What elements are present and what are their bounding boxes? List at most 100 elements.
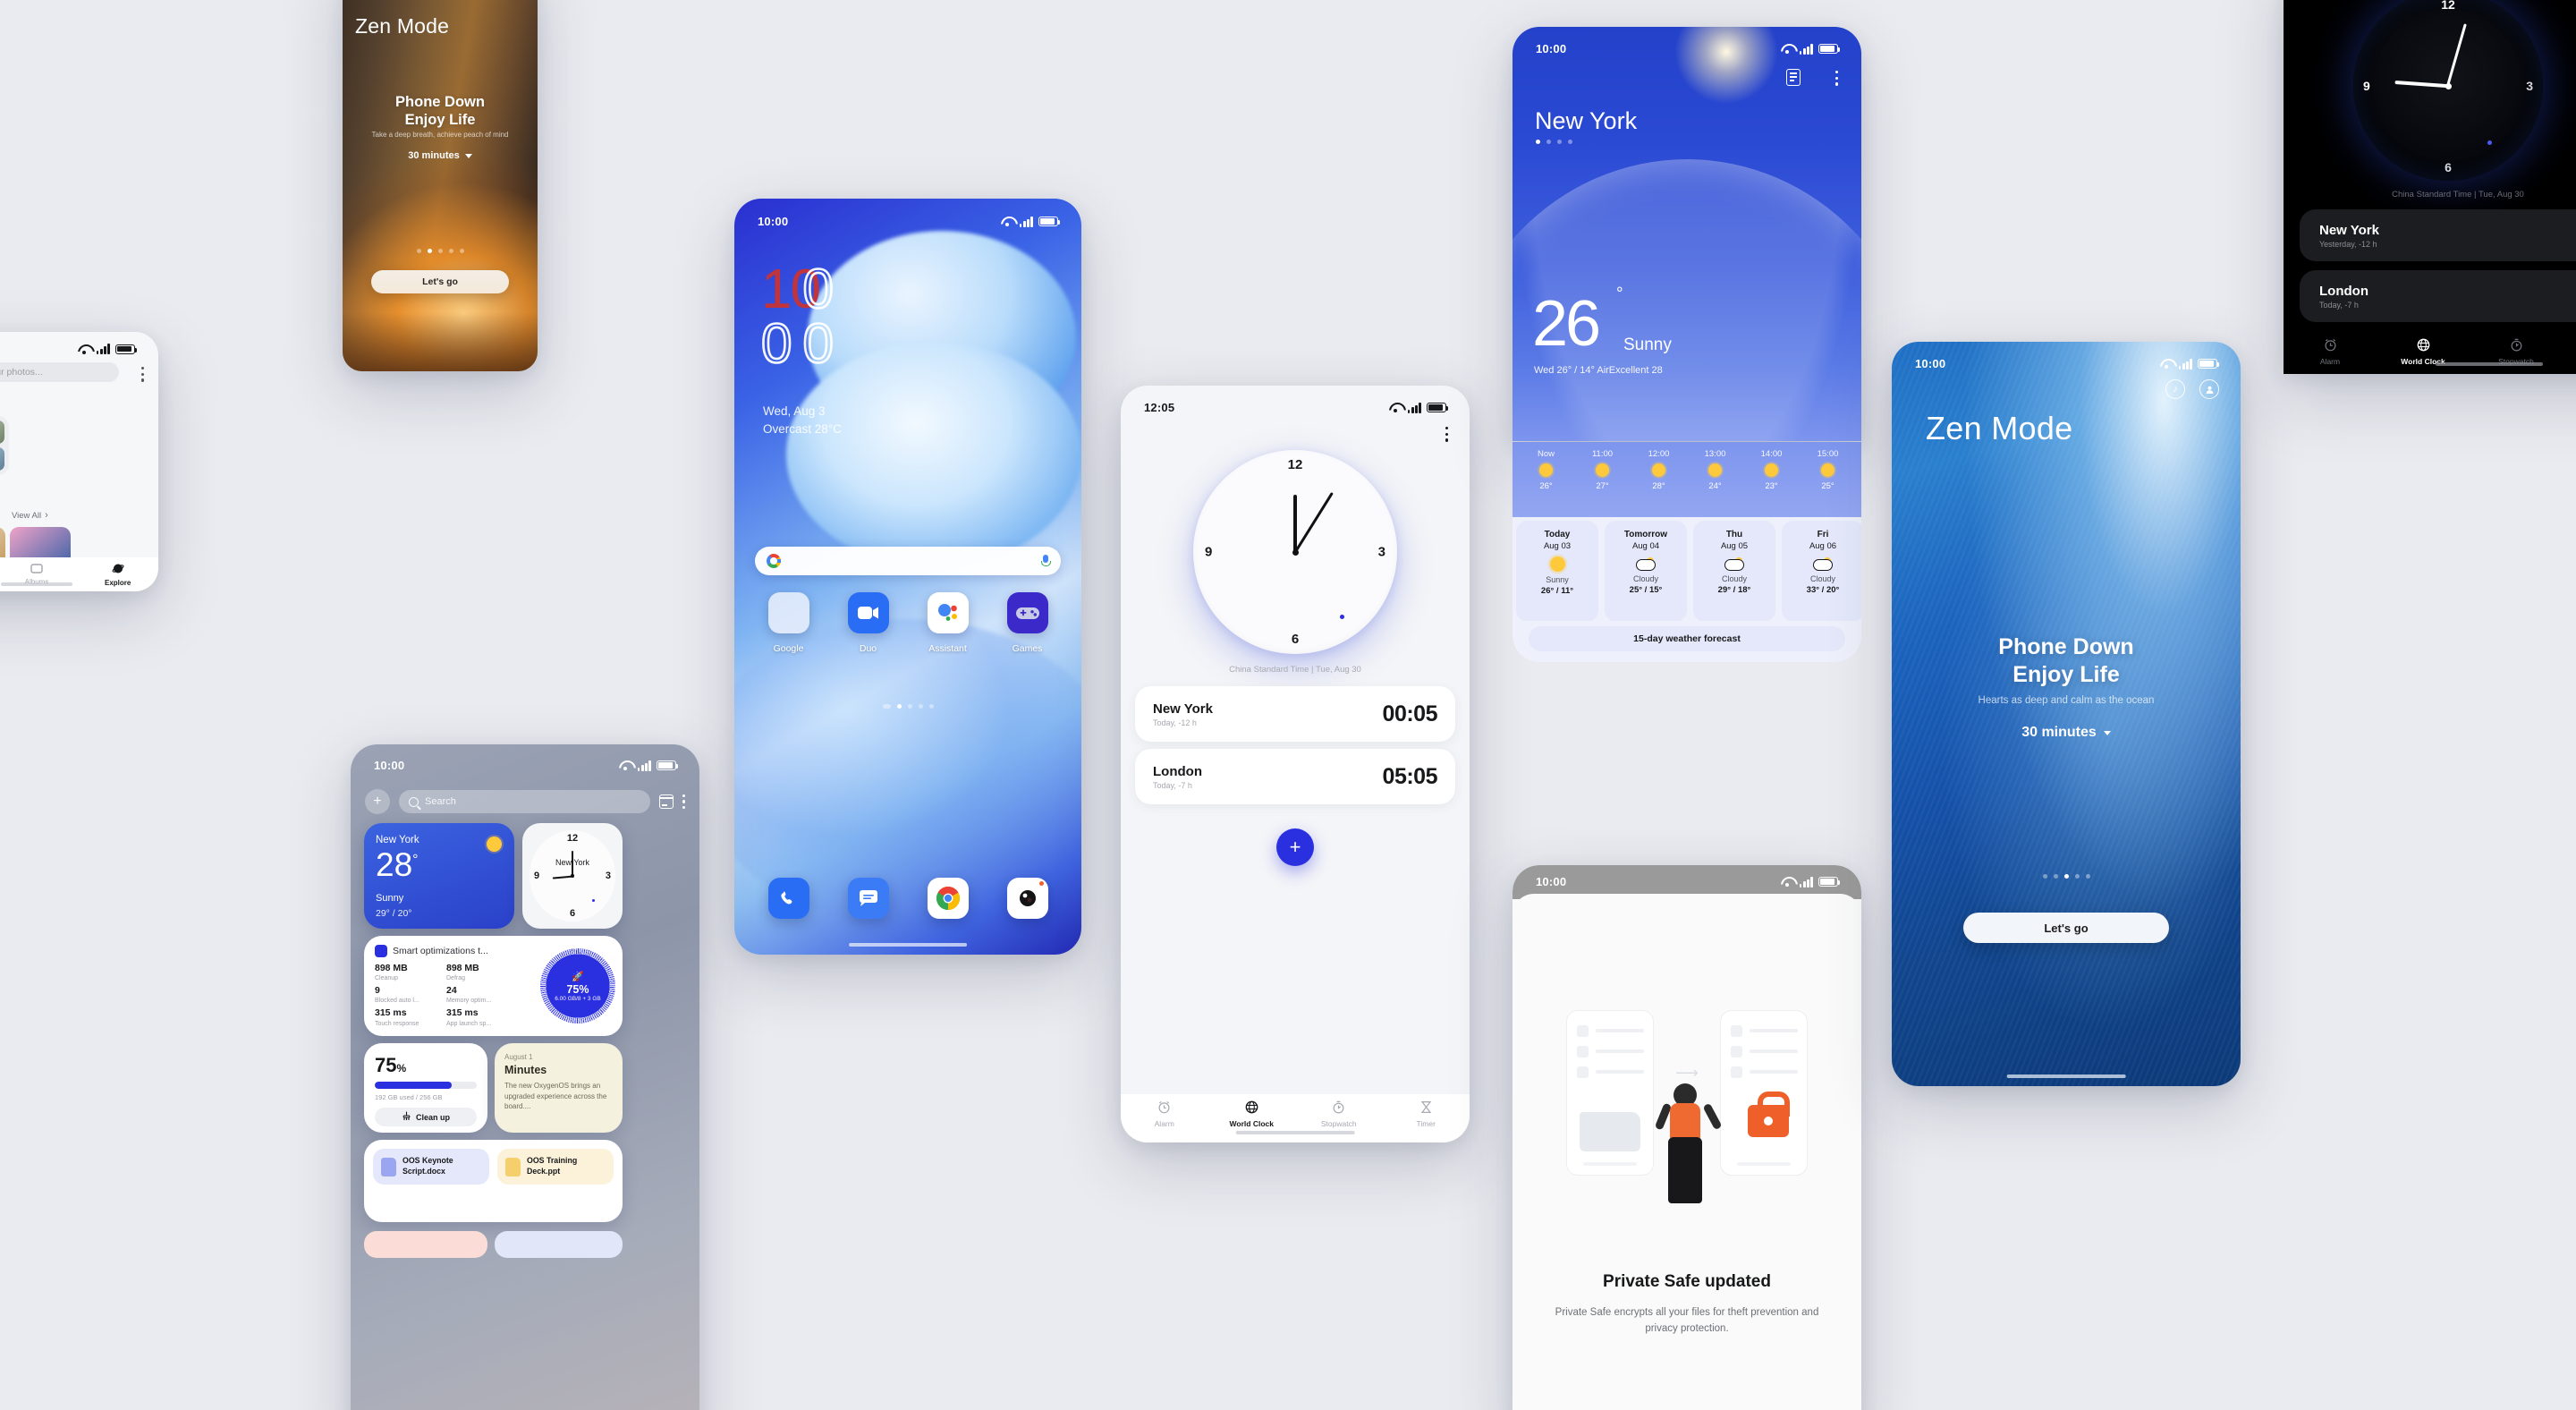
photos-search-input[interactable]: Search your photos...	[0, 362, 119, 382]
sun-icon	[1596, 463, 1609, 477]
hourly-forecast-strip[interactable]: Now 26° 11:00 27° 12:00 28° 13:00 24° 14…	[1513, 442, 1861, 517]
forecast-button[interactable]: 15-day weather forecast	[1529, 626, 1845, 651]
daily-item[interactable]: Fri Aug 06 Cloudy 33° / 20°	[1782, 521, 1861, 622]
daily-item[interactable]: Thu Aug 05 Cloudy 29° / 18°	[1693, 521, 1775, 622]
optimizer-widget[interactable]: Smart optimizations t... 898 MB Cleanup …	[364, 936, 623, 1036]
file-widget-extra-right[interactable]	[495, 1231, 623, 1258]
app-google-folder[interactable]: Google	[749, 592, 828, 656]
google-g-icon	[767, 554, 781, 568]
stopwatch-icon	[1295, 1100, 1383, 1116]
daily-item[interactable]: Tomorrow Aug 04 Cloudy 25° / 15°	[1605, 521, 1687, 622]
wifi-icon	[1001, 217, 1014, 226]
globe-icon	[1208, 1100, 1296, 1116]
places-card[interactable]	[0, 416, 9, 475]
add-icon[interactable]: +	[365, 789, 390, 814]
clock-tab-bar-dark: Alarm World Clock Stopwatch Timer	[2284, 329, 2576, 374]
daily-forecast-strip[interactable]: Today Aug 03 Sunny 26° / 11° Tomorrow Au…	[1513, 517, 1861, 622]
app-games[interactable]: Games	[987, 592, 1067, 656]
zen-orange-subtitle: Take a deep breath, achieve peach of min…	[371, 131, 509, 139]
home-page-dots[interactable]	[734, 704, 1081, 709]
weather-page-dots[interactable]	[1536, 140, 1572, 144]
dock-messages[interactable]	[828, 878, 908, 919]
tab-alarm[interactable]: Alarm	[2284, 338, 2377, 366]
signal-icon	[1799, 876, 1813, 888]
zen-blue-title: Zen Mode	[1926, 410, 2073, 446]
home-date-weather: Wed, Aug 3 Overcast 28°C	[763, 404, 842, 437]
app-duo[interactable]: Duo	[828, 592, 908, 656]
weather-condition: Sunny	[1623, 336, 1672, 354]
zen-blue-status-bar: 10:00	[1892, 357, 2241, 370]
file-item[interactable]: OOS Keynote Script.docx	[373, 1149, 489, 1185]
more-options-icon[interactable]	[682, 794, 685, 810]
timezone-label-dark: China Standard Time | Tue, Aug 30	[2392, 190, 2524, 200]
tab-timer[interactable]: Timer	[1383, 1100, 1470, 1128]
tab-world-clock[interactable]: World Clock	[2377, 338, 2470, 366]
person-illustration	[1654, 1083, 1723, 1216]
home-status-bar: 10:00	[734, 215, 1081, 228]
dock-phone[interactable]	[749, 878, 828, 919]
world-clock-row[interactable]: New York Today, -12 h 00:05	[1135, 686, 1455, 742]
home-indicator	[849, 943, 967, 947]
tab-alarm[interactable]: Alarm	[1121, 1100, 1208, 1128]
weather-widget[interactable]: New York 28° Sunny 29° / 20°	[364, 823, 514, 929]
files-widget[interactable]: OOS Keynote Script.docx OOS Training Dec…	[364, 1140, 623, 1222]
world-clock-row-dark[interactable]: New York Yesterday, -12 h 21:05	[2300, 209, 2576, 261]
more-options-icon[interactable]	[140, 367, 144, 382]
google-search-bar[interactable]	[755, 547, 1061, 575]
microphone-icon[interactable]	[1041, 555, 1051, 567]
tab-explore[interactable]: Explore	[77, 563, 158, 587]
tab-timer[interactable]: Timer	[2563, 338, 2576, 366]
zen-blue-page-dots[interactable]	[1892, 874, 2241, 879]
hourly-item: 12:00 28°	[1648, 449, 1670, 491]
home-indicator	[1, 582, 72, 586]
hourly-item: Now 26°	[1537, 449, 1555, 491]
more-options-icon[interactable]	[1445, 427, 1448, 442]
zen-orange-duration-selector[interactable]: 30 minutes	[343, 150, 538, 161]
status-time: 12:05	[1144, 401, 1175, 414]
storage-progress-bar	[375, 1082, 477, 1089]
weather-widget-temp: 28°	[376, 846, 419, 883]
more-options-icon[interactable]	[1835, 71, 1838, 86]
file-item[interactable]: OOS Training Deck.ppt	[497, 1149, 614, 1185]
calendar-icon[interactable]	[658, 794, 674, 809]
clock-app-dark-phone: 12 3 6 9 China Standard Time | Tue, Aug …	[2284, 0, 2576, 374]
search-icon	[409, 796, 419, 807]
storage-widget[interactable]: 75% 192 GB used / 256 GB Clean up	[364, 1043, 487, 1133]
zen-blue-start-button[interactable]: Let's go	[1963, 913, 2169, 943]
daily-item[interactable]: Today Aug 03 Sunny 26° / 11°	[1516, 521, 1598, 622]
private-safe-status-bar: 10:00	[1513, 875, 1861, 888]
note-widget[interactable]: August 1 Minutes The new OxygenOS brings…	[495, 1043, 623, 1133]
cities-list-icon[interactable]	[1786, 69, 1801, 86]
status-icons	[78, 344, 138, 354]
private-safe-illustration: ⟶	[1566, 1010, 1808, 1205]
status-time: 10:00	[758, 215, 789, 228]
weather-temperature: 26	[1532, 288, 1601, 360]
world-clock-row[interactable]: London Today, -7 h 05:05	[1135, 749, 1455, 804]
world-clock-row-dark[interactable]: London Today, -7 h 02:05	[2300, 270, 2576, 322]
dock-camera[interactable]	[987, 878, 1067, 919]
tab-stopwatch[interactable]: Stopwatch	[1295, 1100, 1383, 1128]
add-city-fab[interactable]: +	[1276, 828, 1314, 866]
widgets-toolbar: + Search	[365, 789, 685, 814]
file-widget-extra-left[interactable]	[364, 1231, 487, 1258]
tab-world-clock[interactable]: World Clock	[1208, 1100, 1296, 1128]
profile-icon[interactable]	[2199, 379, 2219, 399]
objects-view-all[interactable]: View All ›	[12, 510, 48, 521]
home-screen-phone: 10:00 10 1 0 0 0 Wed, Aug 3 Overcast 28°…	[734, 199, 1081, 955]
status-time: 10:00	[374, 759, 405, 772]
dock-chrome[interactable]	[908, 878, 987, 919]
widgets-search-input[interactable]: Search	[399, 790, 650, 813]
tab-stopwatch[interactable]: Stopwatch	[2470, 338, 2563, 366]
zen-blue-duration-selector[interactable]: 30 minutes	[1892, 725, 2241, 741]
clean-up-button[interactable]: Clean up	[375, 1108, 477, 1126]
zen-orange-page-dots	[343, 249, 538, 253]
status-time: 10:00	[1915, 357, 1946, 370]
photos-app-phone: 19:30 Search your photos... People & pla…	[0, 332, 158, 591]
alarm-icon	[1121, 1100, 1208, 1116]
app-assistant[interactable]: Assistant	[908, 592, 987, 656]
clock-digits-row: 1 0 0 0	[760, 259, 835, 376]
clock-widget[interactable]: 12 3 6 9 New York	[522, 823, 623, 929]
wifi-icon	[2160, 359, 2174, 369]
zen-orange-start-button[interactable]: Let's go	[371, 270, 509, 293]
music-icon[interactable]: ♪	[2165, 379, 2185, 399]
